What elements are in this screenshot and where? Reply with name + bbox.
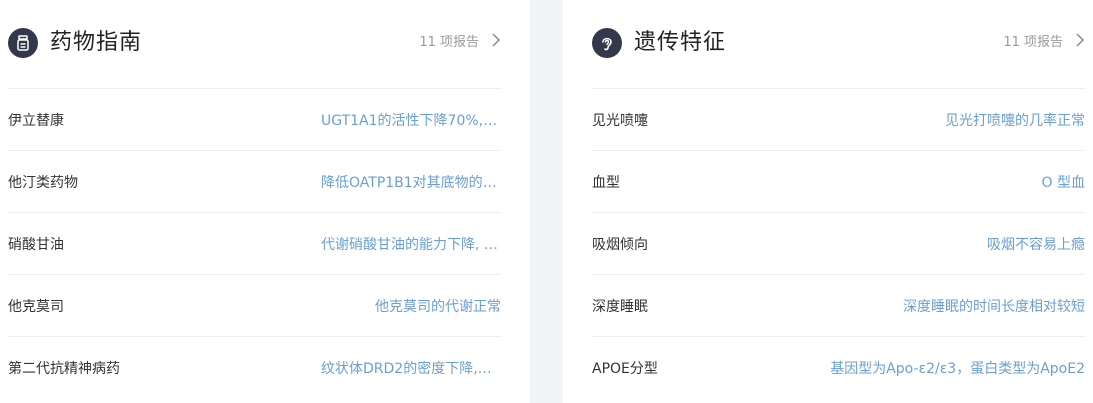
item-value-link[interactable]: 降低OATP1B1对其底物的摄取能力 — [321, 172, 501, 192]
item-value-link[interactable]: 吸烟不容易上瘾 — [987, 234, 1085, 254]
item-value-link[interactable]: 深度睡眠的时间长度相对较短 — [903, 296, 1085, 316]
genetic-traits-title: 遗传特征 — [634, 30, 727, 55]
drug-guide-title: 药物指南 — [50, 30, 143, 55]
list-item[interactable]: 见光喷嚏 见光打喷嚏的几率正常 — [592, 89, 1085, 151]
genetic-traits-report-link[interactable]: 11 项报告 — [1003, 30, 1085, 50]
chevron-right-icon — [491, 33, 501, 47]
chevron-right-icon — [1075, 33, 1085, 47]
pill-bottle-icon — [8, 28, 38, 58]
list-item[interactable]: 血型 O 型血 — [592, 151, 1085, 213]
genetic-traits-header: 遗传特征 11 项报告 — [592, 0, 1085, 89]
item-value-link[interactable]: 代谢硝酸甘油的能力下降, 药效降低 — [321, 234, 501, 254]
item-label: 吸烟倾向 — [592, 236, 648, 253]
list-item[interactable]: 伊立替康 UGT1A1的活性下降70%, 伊立替康代谢能力下降 — [8, 89, 501, 151]
report-count: 11 项报告 — [1003, 34, 1063, 50]
genetic-traits-list: 见光喷嚏 见光打喷嚏的几率正常 血型 O 型血 吸烟倾向 吸烟不容易上瘾 深度睡… — [592, 89, 1085, 399]
item-value-link[interactable]: UGT1A1的活性下降70%, 伊立替康代谢能力下降 — [321, 110, 501, 130]
ear-icon — [592, 28, 622, 58]
item-label: 他汀类药物 — [8, 174, 78, 191]
item-value-link[interactable]: 基因型为Apo-ε2/ε3，蛋白类型为ApoE2 — [830, 358, 1085, 378]
item-label: 见光喷嚏 — [592, 112, 648, 129]
item-label: 伊立替康 — [8, 112, 64, 129]
drug-guide-list: 伊立替康 UGT1A1的活性下降70%, 伊立替康代谢能力下降 他汀类药物 降低… — [8, 89, 501, 399]
item-label: 硝酸甘油 — [8, 236, 64, 253]
item-label: 血型 — [592, 174, 620, 191]
list-item[interactable]: 吸烟倾向 吸烟不容易上瘾 — [592, 213, 1085, 275]
item-value-link[interactable]: O 型血 — [1042, 172, 1085, 192]
item-value-link[interactable]: 见光打喷嚏的几率正常 — [945, 110, 1085, 130]
list-item[interactable]: APOE分型 基因型为Apo-ε2/ε3，蛋白类型为ApoE2 — [592, 337, 1085, 399]
drug-guide-header: 药物指南 11 项报告 — [8, 0, 501, 89]
item-label: 第二代抗精神病药 — [8, 361, 120, 377]
item-value-link[interactable]: 纹状体DRD2的密度下降,服药后体重增加 — [321, 358, 501, 378]
list-item[interactable]: 硝酸甘油 代谢硝酸甘油的能力下降, 药效降低 — [8, 213, 501, 275]
item-value-link[interactable]: 他克莫司的代谢正常 — [375, 296, 501, 316]
list-item[interactable]: 他克莫司 他克莫司的代谢正常 — [8, 275, 501, 337]
list-item[interactable]: 他汀类药物 降低OATP1B1对其底物的摄取能力 — [8, 151, 501, 213]
drug-guide-card: 药物指南 11 项报告 伊立替康 UGT1A1的活性下降70%, 伊立替康代谢能… — [0, 0, 530, 403]
drug-guide-report-link[interactable]: 11 项报告 — [419, 30, 501, 50]
list-item[interactable]: 第二代抗精神病药 纹状体DRD2的密度下降,服药后体重增加 — [8, 337, 501, 399]
report-count: 11 项报告 — [419, 34, 479, 50]
list-item[interactable]: 深度睡眠 深度睡眠的时间长度相对较短 — [592, 275, 1085, 337]
item-label: 他克莫司 — [8, 298, 64, 315]
genetic-traits-card: 遗传特征 11 项报告 见光喷嚏 见光打喷嚏的几率正常 血型 O 型血 吸烟倾向… — [563, 0, 1093, 403]
item-label: APOE分型 — [592, 361, 658, 377]
item-label: 深度睡眠 — [592, 298, 648, 315]
